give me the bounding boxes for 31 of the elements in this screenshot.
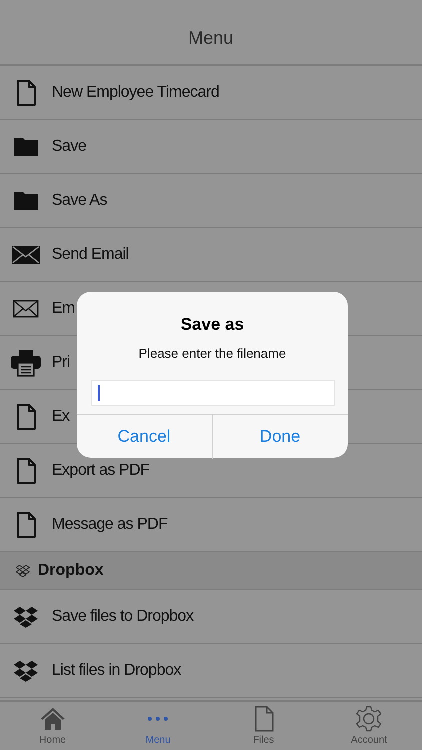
dropbox-icon	[14, 660, 38, 682]
section-title: Dropbox	[38, 560, 104, 580]
filename-field[interactable]	[90, 380, 334, 406]
folder-icon	[13, 190, 39, 211]
printer-icon	[11, 348, 41, 376]
document-icon	[254, 706, 274, 732]
cancel-button[interactable]: Cancel	[77, 415, 212, 459]
document-icon	[16, 512, 36, 538]
dropbox-icon	[14, 606, 38, 628]
dialog-message: Please enter the filename	[138, 344, 286, 362]
tab[interactable]: Home	[0, 702, 106, 750]
envelope-icon	[12, 246, 40, 264]
settings-icon	[356, 706, 382, 732]
menu-item[interactable]: Send Email	[0, 228, 422, 282]
dropbox-icon	[16, 564, 30, 576]
document-icon	[16, 404, 36, 430]
document-icon	[16, 80, 36, 106]
menu-item[interactable]: New Employee Timecard	[0, 66, 422, 120]
menu-item[interactable]: Save As	[0, 174, 422, 228]
header-title: Menu	[188, 27, 234, 50]
menu-item[interactable]: Save files to Dropbox	[0, 590, 422, 644]
folder-icon	[13, 136, 39, 157]
more-icon	[147, 716, 170, 722]
dialog-title: Save as	[180, 314, 244, 336]
menu-item[interactable]: Save	[0, 120, 422, 174]
tab[interactable]: Files	[211, 702, 316, 750]
menu-item[interactable]: List files in Dropbox	[0, 644, 422, 698]
home-icon	[40, 706, 66, 730]
tab[interactable]: Account	[316, 702, 422, 750]
envelope-icon	[13, 300, 39, 318]
document-icon	[16, 458, 36, 484]
